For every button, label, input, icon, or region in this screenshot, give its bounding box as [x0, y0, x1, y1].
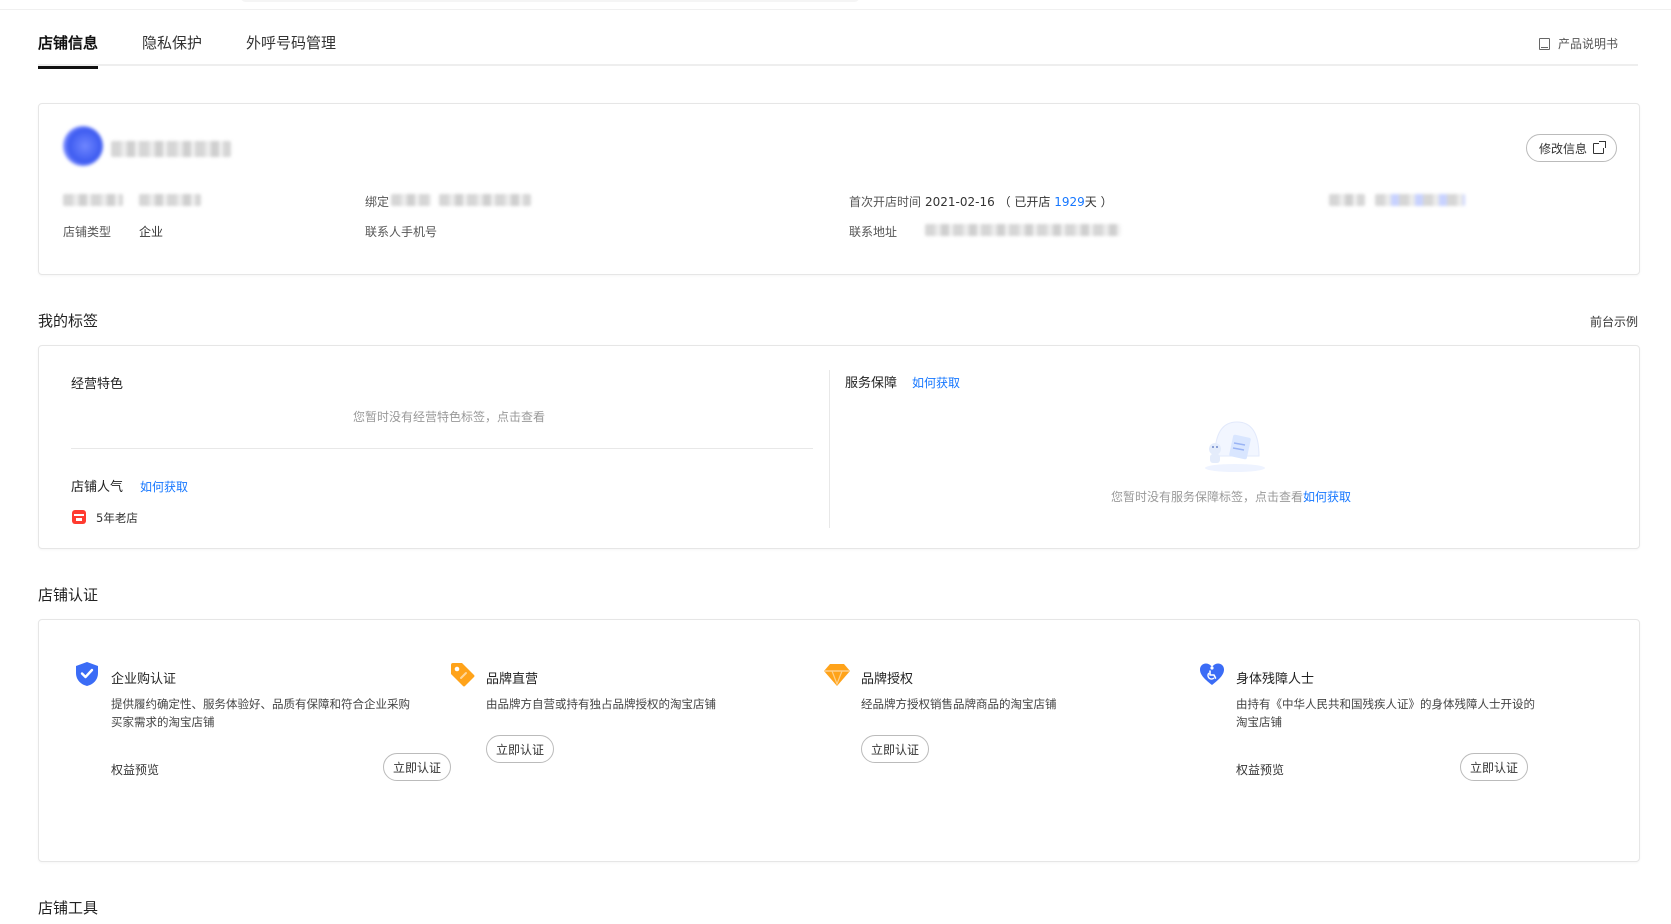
redacted-bind-value-2: [439, 194, 531, 206]
bind-label: 绑定: [365, 195, 390, 209]
diamond-icon: [824, 664, 850, 686]
first-open-date: 2021-02-16: [925, 195, 995, 209]
service-empty-hint: 您暂时没有服务保障标签，点击查看如何获取: [1111, 488, 1351, 505]
popularity-badge-label: 5年老店: [96, 511, 138, 525]
external-link-icon: [1593, 140, 1606, 154]
my-tags-title: 我的标签: [38, 312, 99, 330]
service-title: 服务保障: [845, 376, 898, 391]
open-prefix: （ 已开店: [998, 195, 1055, 209]
service-how-to-get-link[interactable]: 如何获取: [912, 374, 960, 391]
cert-desc: 由品牌方自营或持有独占品牌授权的淘宝店铺: [486, 697, 716, 711]
service-empty-text[interactable]: 您暂时没有服务保障标签，点击查看: [1111, 490, 1303, 504]
benefits-preview-link[interactable]: 权益预览: [111, 761, 159, 778]
store-tools-title: 店铺工具: [38, 899, 99, 917]
cert-desc: 由持有《中华人民共和国残疾人证》的身体残障人士开设的淘宝店铺: [1236, 697, 1535, 729]
tags-card: 经营特色 您暂时没有经营特色标签，点击查看 店铺人气 如何获取 5年老店 服务保…: [38, 345, 1640, 549]
certify-button[interactable]: 立即认证: [383, 753, 451, 781]
edit-info-button[interactable]: 修改信息: [1525, 134, 1617, 162]
certify-button[interactable]: 立即认证: [861, 735, 929, 763]
certification-title: 店铺认证: [38, 586, 99, 604]
cert-enterprise: 企业购认证 提供履约确定性、服务体验好、品质有保障和符合企业采购买家需求的淘宝店…: [73, 660, 451, 800]
product-manual-link[interactable]: 产品说明书: [1538, 35, 1618, 52]
redacted-address: [925, 224, 1121, 236]
top-search-bar-edge: [240, 0, 860, 2]
open-suffix: 天 ）: [1084, 195, 1113, 209]
edit-info-label: 修改信息: [1538, 141, 1587, 156]
store-avatar: [63, 126, 103, 166]
store-name-redacted: [111, 141, 231, 157]
features-title: 经营特色: [71, 377, 124, 392]
tab-bar: 店铺信息 隐私保护 外呼号码管理 产品说明书: [38, 28, 1638, 69]
front-preview-link[interactable]: 前台示例: [1590, 313, 1638, 330]
store-type-value: 企业: [139, 225, 164, 239]
tab-store-info[interactable]: 店铺信息: [38, 32, 99, 69]
address-label: 联系地址: [849, 225, 898, 239]
accessibility-heart-icon: [1200, 663, 1224, 685]
first-open-label: 首次开店时间: [849, 195, 922, 209]
tab-privacy[interactable]: 隐私保护: [142, 32, 202, 53]
popularity-how-to-get-link[interactable]: 如何获取: [140, 478, 188, 495]
empty-state-illustration: [1205, 421, 1265, 472]
open-days: 1929: [1054, 195, 1085, 209]
first-open-info: 2021-02-16 （ 已开店 1929天 ）: [925, 193, 1113, 210]
cert-desc: 提供履约确定性、服务体验好、品质有保障和符合企业采购买家需求的淘宝店铺: [111, 697, 410, 729]
contact-phone-label: 联系人手机号: [365, 225, 438, 239]
cert-disabled-persons: 身体残障人士 由持有《中华人民共和国残疾人证》的身体残障人士开设的淘宝店铺 权益…: [1198, 660, 1548, 800]
top-divider: [0, 0, 1671, 10]
product-manual-label: 产品说明书: [1557, 37, 1618, 51]
tag-icon: [451, 663, 475, 687]
redacted-value: [139, 194, 201, 206]
cert-title: 身体残障人士: [1236, 672, 1315, 687]
popularity-title: 店铺人气: [71, 480, 124, 495]
certify-button[interactable]: 立即认证: [1460, 753, 1528, 781]
divider: [71, 448, 813, 449]
store-badge-icon: [72, 510, 86, 524]
benefits-preview-link[interactable]: 权益预览: [1236, 761, 1284, 778]
redacted-label: [63, 194, 123, 206]
redacted-label-3: [1329, 194, 1365, 206]
service-empty-how-to-get[interactable]: 如何获取: [1303, 490, 1351, 504]
features-empty-hint[interactable]: 您暂时没有经营特色标签，点击查看: [353, 408, 545, 425]
book-icon: [1538, 37, 1550, 50]
shield-check-icon: [76, 662, 98, 686]
tab-outbound-numbers[interactable]: 外呼号码管理: [246, 32, 336, 53]
certify-button[interactable]: 立即认证: [486, 735, 554, 763]
cert-brand-authorized: 品牌授权 经品牌方授权销售品牌商品的淘宝店铺 立即认证: [823, 660, 1173, 800]
cert-title: 企业购认证: [111, 672, 177, 687]
column-divider: [829, 370, 830, 528]
redacted-bind-value: [391, 194, 431, 206]
certification-card: 企业购认证 提供履约确定性、服务体验好、品质有保障和符合企业采购买家需求的淘宝店…: [38, 619, 1640, 862]
cert-desc: 经品牌方授权销售品牌商品的淘宝店铺: [861, 697, 1057, 711]
cert-brand-direct: 品牌直营 由品牌方自营或持有独占品牌授权的淘宝店铺 立即认证: [448, 660, 798, 800]
redacted-value-3: [1375, 194, 1465, 206]
cert-title: 品牌授权: [861, 672, 914, 687]
cert-title: 品牌直营: [486, 672, 539, 687]
store-type-label: 店铺类型: [63, 225, 112, 239]
store-info-card: 修改信息 绑定 首次开店时间 2021-02-16 （ 已开店 1929天 ） …: [38, 103, 1640, 275]
